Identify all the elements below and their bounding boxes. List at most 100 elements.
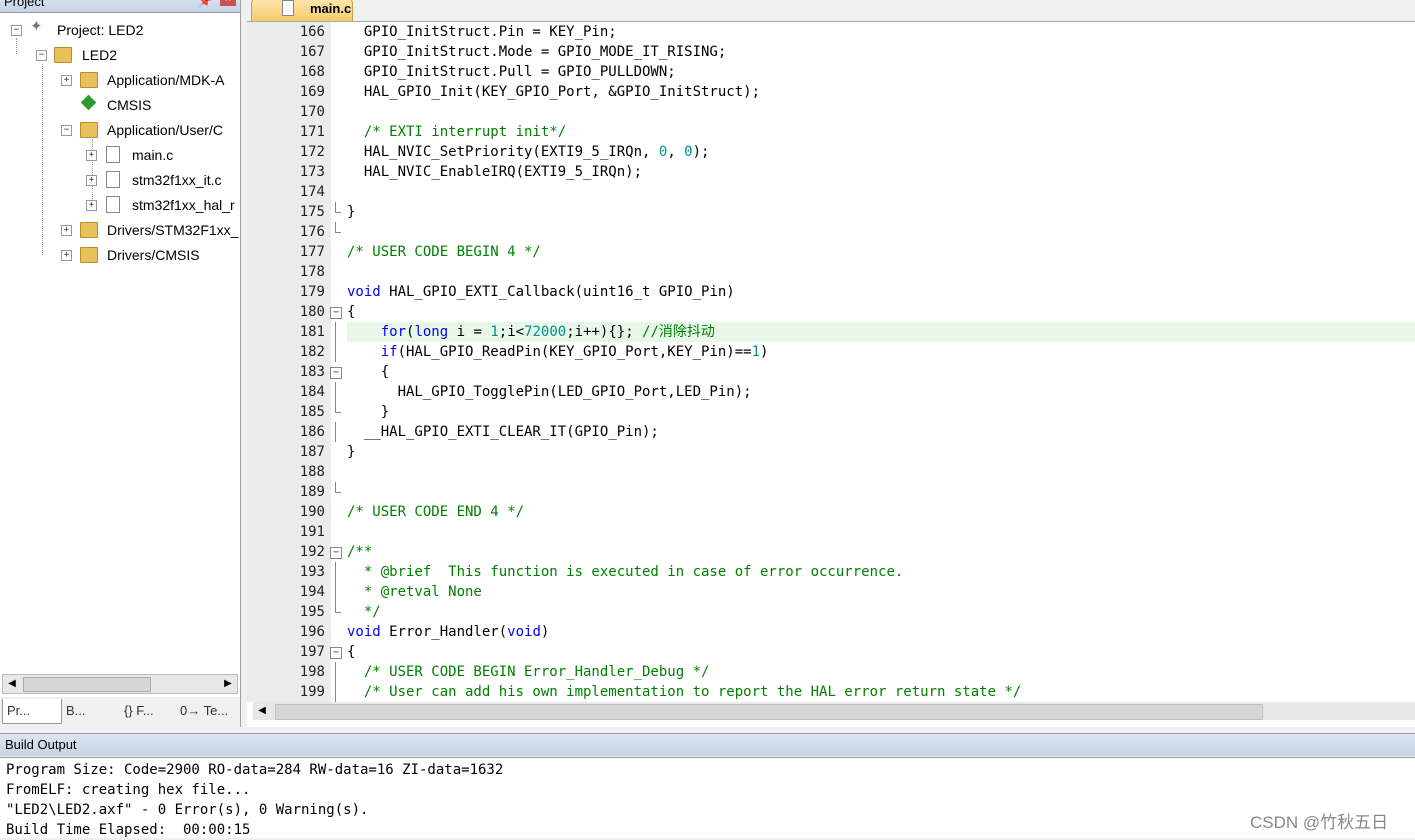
code-line[interactable]: 172 HAL_NVIC_SetPriority(EXTI9_5_IRQn, 0… — [247, 142, 1415, 162]
code-line[interactable]: 195 */ — [247, 602, 1415, 622]
code-line[interactable]: 178 — [247, 262, 1415, 282]
code-editor[interactable]: main.c 166 GPIO_InitStruct.Pin = KEY_Pin… — [247, 0, 1415, 727]
code-text: if(HAL_GPIO_ReadPin(KEY_GPIO_Port,KEY_Pi… — [380, 344, 769, 360]
expander-icon[interactable]: + — [61, 250, 72, 261]
expander-icon[interactable]: − — [11, 25, 22, 36]
code-lines[interactable]: 166 GPIO_InitStruct.Pin = KEY_Pin; 167 GP… — [247, 22, 1415, 702]
fold-toggle-icon[interactable]: − — [330, 547, 342, 559]
tree-item-cmsis[interactable]: CMSIS — [107, 94, 151, 116]
code-text: GPIO_InitStruct.Pull = GPIO_PULLDOWN; — [347, 64, 676, 80]
tree-item-file[interactable]: stm32f1xx_hal_r — [132, 194, 235, 216]
code-line[interactable]: 184 HAL_GPIO_TogglePin(LED_GPIO_Port,LED… — [247, 382, 1415, 402]
code-line[interactable]: 196 void Error_Handler(void) — [247, 622, 1415, 642]
code-line[interactable]: 191 — [247, 522, 1415, 542]
file-icon — [106, 146, 120, 163]
tab-functions[interactable]: {} F... — [120, 699, 176, 723]
code-line[interactable]: 180−{ — [247, 302, 1415, 322]
code-line[interactable]: 174 — [247, 182, 1415, 202]
line-number: 197 — [299, 644, 325, 660]
code-line[interactable]: 185 } — [247, 402, 1415, 422]
code-line[interactable]: 199 /* User can add his own implementati… — [247, 682, 1415, 702]
code-text: * @brief This function is executed in ca… — [347, 564, 904, 580]
file-icon — [106, 171, 120, 188]
editor-horizontal-scrollbar[interactable]: ◀ — [253, 702, 1415, 720]
line-number: 183 — [299, 364, 325, 380]
fold-toggle-icon[interactable]: − — [330, 307, 342, 319]
tab-templates[interactable]: 0→ Te... — [176, 699, 238, 723]
code-line[interactable]: 187} — [247, 442, 1415, 462]
scroll-left-icon[interactable]: ◀ — [253, 702, 271, 720]
code-line[interactable]: 168 GPIO_InitStruct.Pull = GPIO_PULLDOWN… — [247, 62, 1415, 82]
expander-icon[interactable]: + — [86, 175, 97, 186]
code-line[interactable]: 170 — [247, 102, 1415, 122]
code-text: * @retval None — [347, 584, 482, 600]
expander-icon[interactable]: + — [86, 150, 97, 161]
fold-toggle-icon[interactable]: − — [330, 647, 342, 659]
tree-item-group[interactable]: Application/User/C — [107, 119, 223, 141]
tree-item-group[interactable]: Drivers/STM32F1xx_ — [107, 219, 238, 241]
tree-item-group[interactable]: Application/MDK-A — [107, 69, 225, 91]
code-line[interactable]: 190 /* USER CODE END 4 */ — [247, 502, 1415, 522]
scroll-left-icon[interactable]: ◀ — [3, 675, 21, 693]
expander-icon[interactable]: + — [61, 75, 72, 86]
tab-books[interactable]: B... — [62, 699, 118, 723]
file-icon — [106, 196, 120, 213]
code-line[interactable]: 189 — [247, 482, 1415, 502]
code-line[interactable]: 188 — [247, 462, 1415, 482]
line-number: 173 — [299, 164, 325, 180]
code-line[interactable]: 181 for(long i = 1;i<72000;i++){}; //消除抖… — [247, 322, 1415, 342]
code-line[interactable]: 171 /* EXTI interrupt init*/ — [247, 122, 1415, 142]
tab-main-c[interactable]: main.c — [251, 0, 353, 21]
code-line[interactable]: 167 GPIO_InitStruct.Mode = GPIO_MODE_IT_… — [247, 42, 1415, 62]
code-line[interactable]: 197−{ — [247, 642, 1415, 662]
scroll-right-icon[interactable]: ▶ — [219, 675, 237, 693]
tree-item-group[interactable]: Drivers/CMSIS — [107, 244, 200, 266]
line-number: 175 — [299, 204, 325, 220]
code-line[interactable]: 198 /* USER CODE BEGIN Error_Handler_Deb… — [247, 662, 1415, 682]
code-line[interactable]: 179 void HAL_GPIO_EXTI_Callback(uint16_t … — [247, 282, 1415, 302]
tree-item-target[interactable]: LED2 — [82, 44, 117, 66]
code-line[interactable]: 194 * @retval None — [247, 582, 1415, 602]
code-line[interactable]: 169 HAL_GPIO_Init(KEY_GPIO_Port, &GPIO_I… — [247, 82, 1415, 102]
code-text: } — [347, 204, 356, 220]
line-number: 172 — [299, 144, 325, 160]
code-line[interactable]: 175} — [247, 202, 1415, 222]
tab-label: main.c — [310, 1, 352, 16]
expander-icon[interactable]: + — [61, 225, 72, 236]
tab-project[interactable]: Pr... — [2, 699, 62, 724]
tree-item-project[interactable]: Project: LED2 — [57, 19, 143, 41]
project-horizontal-scrollbar[interactable]: ◀ ▶ — [2, 674, 238, 694]
build-output-panel[interactable]: Program Size: Code=2900 RO-data=284 RW-d… — [0, 757, 1415, 838]
code-line[interactable]: 173 HAL_NVIC_EnableIRQ(EXTI9_5_IRQn); — [247, 162, 1415, 182]
tree-item-file[interactable]: stm32f1xx_it.c — [132, 169, 221, 191]
code-line[interactable]: 176 — [247, 222, 1415, 242]
code-text: GPIO_InitStruct.Mode = GPIO_MODE_IT_RISI… — [347, 44, 727, 60]
project-panel-tabs: Pr... B... {} F... 0→ Te... — [0, 697, 240, 727]
file-icon — [282, 0, 294, 16]
code-line[interactable]: 166 GPIO_InitStruct.Pin = KEY_Pin; — [247, 22, 1415, 42]
code-text: for(long i = 1;i<72000;i++){}; //消除抖动 — [347, 322, 1415, 342]
line-number: 178 — [299, 264, 325, 280]
code-line[interactable]: 182 if(HAL_GPIO_ReadPin(KEY_GPIO_Port,KE… — [247, 342, 1415, 362]
fold-toggle-icon[interactable]: − — [330, 367, 342, 379]
code-line[interactable]: 183− { — [247, 362, 1415, 382]
close-icon[interactable]: × — [220, 0, 236, 6]
expander-icon[interactable]: + — [86, 200, 97, 211]
code-line[interactable]: 177 /* USER CODE BEGIN 4 */ — [247, 242, 1415, 262]
fold-line — [335, 322, 336, 342]
fold-line — [335, 562, 336, 582]
code-line[interactable]: 193 * @brief This function is executed i… — [247, 562, 1415, 582]
code-text: /* USER CODE END 4 */ — [347, 504, 525, 520]
code-line[interactable]: 192−/** — [247, 542, 1415, 562]
expander-icon[interactable]: − — [36, 50, 47, 61]
pin-icon[interactable]: 📌 — [198, 0, 213, 8]
code-line[interactable]: 186 __HAL_GPIO_EXTI_CLEAR_IT(GPIO_Pin); — [247, 422, 1415, 442]
scroll-thumb[interactable] — [23, 677, 151, 692]
scroll-thumb[interactable] — [275, 704, 1263, 720]
expander-icon[interactable]: − — [61, 125, 72, 136]
line-number: 195 — [299, 604, 325, 620]
tree-item-file[interactable]: main.c — [132, 144, 173, 166]
